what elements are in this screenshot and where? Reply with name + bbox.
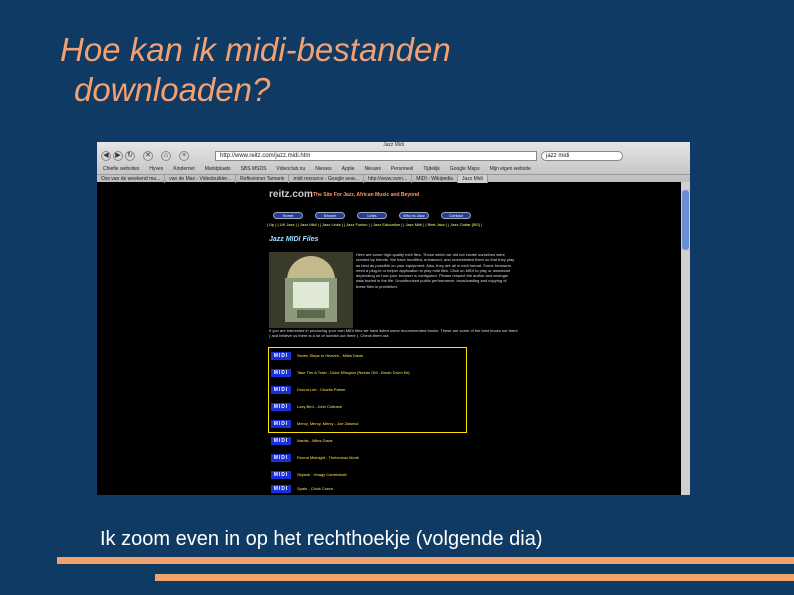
- window-title: Jazz Midi: [383, 142, 404, 148]
- slide-caption: Ik zoom even in op het rechthoekje (volg…: [100, 528, 543, 550]
- jukebox-window: [293, 282, 329, 308]
- midi-title[interactable]: Mercy, Mercy, Mercy - Joe Zawinul: [297, 420, 497, 428]
- jukebox-top: [287, 256, 335, 280]
- decorative-bar-bottom: [155, 574, 794, 581]
- forward-icon[interactable]: ▶: [113, 151, 123, 161]
- nav-button-who-is-jazz[interactable]: Who is Jazz: [399, 212, 429, 219]
- browser-screenshot: Jazz Midi ◀ ▶ ↻ ✕ ⌂ + http://www.reitz.c…: [97, 142, 690, 495]
- jukebox-grille: [297, 310, 325, 318]
- home-icon[interactable]: ⌂: [161, 151, 171, 161]
- bookmark-item[interactable]: Apple: [342, 166, 355, 172]
- bookmark-item[interactable]: Nieuws: [364, 166, 380, 172]
- midi-title[interactable]: Skylark - Hoagy Carmichael: [297, 471, 497, 479]
- bookmark-item[interactable]: Personeel: [391, 166, 414, 172]
- add-bookmark-icon[interactable]: +: [179, 151, 189, 161]
- breadcrumb-links[interactable]: | Up | | UK Jazz | | Jazz Midi | | Jazz …: [267, 222, 537, 236]
- midi-icon[interactable]: MIDI: [271, 454, 291, 462]
- midi-title[interactable]: Round Midnight - Thelonious Monk: [297, 454, 497, 462]
- stop-icon[interactable]: ✕: [143, 151, 153, 161]
- slide-title: Hoe kan ik midi-bestanden downloaden?: [60, 30, 660, 110]
- address-bar[interactable]: http://www.reitz.com/jazz.midi.htm: [215, 151, 537, 161]
- tab[interactable]: Oss van de weekend ma...: [97, 175, 166, 183]
- midi-row[interactable]: MIDI Mercy, Mercy, Mercy - Joe Zawinul: [271, 420, 531, 428]
- midi-title[interactable]: Take The A Train - Duke Ellington (Needs…: [297, 369, 497, 377]
- midi-title[interactable]: Lazy Bird - John Coltrane: [297, 403, 497, 411]
- midi-icon[interactable]: MIDI: [271, 437, 291, 445]
- tab[interactable]: Reflexioner Tamarin: [236, 175, 290, 183]
- nav-button-home[interactable]: Home: [273, 212, 303, 219]
- midi-row[interactable]: MIDI Donna Lee - Charlie Parker: [271, 386, 531, 394]
- decorative-bar-top: [57, 557, 794, 564]
- midi-title[interactable]: Nardis - Miles Davis: [297, 437, 497, 445]
- bookmark-item[interactable]: Hyves: [149, 166, 163, 172]
- midi-row[interactable]: MIDI Nardis - Miles Davis: [271, 437, 531, 445]
- bookmark-item[interactable]: Marktplaats: [205, 166, 231, 172]
- midi-row[interactable]: MIDI Seven Steps to Heaven - Miles Davis: [271, 352, 531, 360]
- scrollbar-thumb[interactable]: [682, 190, 689, 250]
- books-text: If you are interested in producing your …: [269, 328, 518, 339]
- slide-title-line2: downloaden?: [74, 71, 271, 108]
- refresh-icon[interactable]: ↻: [125, 151, 135, 161]
- browser-toolbar: Jazz Midi ◀ ▶ ↻ ✕ ⌂ + http://www.reitz.c…: [97, 142, 690, 183]
- midi-row[interactable]: MIDI Lazy Bird - John Coltrane: [271, 403, 531, 411]
- tab[interactable]: http://www.vsnn...: [364, 175, 413, 183]
- jukebox-image: [269, 252, 353, 328]
- slide-title-line1: Hoe kan ik midi-bestanden: [60, 31, 451, 68]
- bookmark-item[interactable]: Nieuws: [315, 166, 331, 172]
- search-input[interactable]: jazz midi: [541, 151, 623, 161]
- bookmarks-bar: Chiefie websites Hyves Kindernet Marktplaat…: [97, 165, 690, 173]
- midi-row[interactable]: MIDI Skylark - Hoagy Carmichael: [271, 471, 531, 479]
- bookmark-item[interactable]: Kindernet: [173, 166, 194, 172]
- bookmark-item[interactable]: Tijdelijk: [423, 166, 439, 172]
- tab[interactable]: van de Max - Videobuilder...: [165, 175, 237, 183]
- midi-icon[interactable]: MIDI: [271, 403, 291, 411]
- bookmark-item[interactable]: Videoclub.nu: [276, 166, 305, 172]
- tab-bar: Oss van de weekend ma... van de Max - Vid…: [97, 174, 690, 183]
- tab-active[interactable]: Jazz Midi: [457, 175, 488, 183]
- bookmark-item[interactable]: Google Maps: [450, 166, 480, 172]
- bookmark-item[interactable]: Mijn eigen website: [490, 166, 531, 172]
- midi-icon[interactable]: MIDI: [271, 471, 291, 479]
- midi-title[interactable]: Spain - Chick Corea: [297, 485, 497, 493]
- back-icon[interactable]: ◀: [101, 151, 111, 161]
- nav-button-links[interactable]: Links: [357, 212, 387, 219]
- bookmark-item[interactable]: SBS MSDS: [241, 166, 267, 172]
- page-heading: Jazz MIDI Files: [269, 236, 319, 243]
- midi-icon[interactable]: MIDI: [271, 420, 291, 428]
- midi-icon[interactable]: MIDI: [271, 485, 291, 493]
- midi-row[interactable]: MIDI Spain - Chick Corea: [271, 485, 531, 493]
- midi-row[interactable]: MIDI Round Midnight - Thelonious Monk: [271, 454, 531, 462]
- midi-row[interactable]: MIDI Take The A Train - Duke Ellington (N…: [271, 369, 531, 377]
- tab[interactable]: MIDI - Wikipedia: [412, 175, 458, 183]
- midi-title[interactable]: Donna Lee - Charlie Parker: [297, 386, 497, 394]
- midi-icon[interactable]: MIDI: [271, 352, 291, 360]
- tab[interactable]: midi resource - Google sear...: [289, 175, 365, 183]
- bookmark-item[interactable]: Chiefie websites: [103, 166, 139, 172]
- nav-button-contact[interactable]: Contact: [441, 212, 471, 219]
- midi-icon[interactable]: MIDI: [271, 386, 291, 394]
- intro-text: Here are some high-quality midi files. T…: [356, 252, 515, 289]
- nav-button-search[interactable]: Search: [315, 212, 345, 219]
- midi-icon[interactable]: MIDI: [271, 369, 291, 377]
- site-tagline: The Site For Jazz, African Music and Bey…: [313, 192, 420, 198]
- vertical-scrollbar[interactable]: [681, 182, 690, 495]
- midi-title[interactable]: Seven Steps to Heaven - Miles Davis: [297, 352, 497, 360]
- site-logo[interactable]: reitz.com: [269, 189, 313, 201]
